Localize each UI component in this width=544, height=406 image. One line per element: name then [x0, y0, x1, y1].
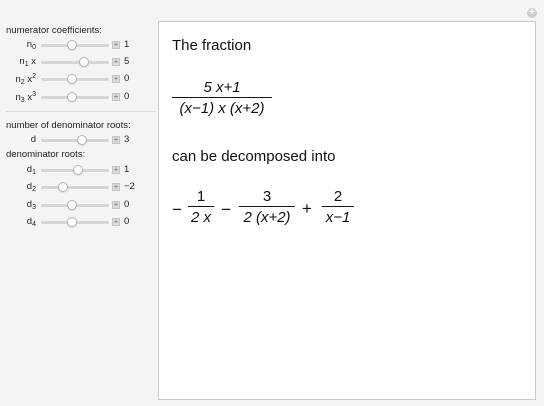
expand-plus-icon[interactable]: +	[112, 93, 120, 101]
slider-row-d2: d2 + −2	[4, 180, 154, 194]
input-fraction: 5 x+1 (x−1) x (x+2)	[172, 79, 272, 117]
slider-thumb-n3[interactable]	[67, 92, 78, 102]
slider-value-n1: 5	[124, 56, 130, 67]
slider-row-d1: d1 + 1	[4, 163, 154, 177]
term3-denominator: x−1	[325, 209, 351, 226]
slider-thumb-d4[interactable]	[67, 217, 78, 227]
slider-thumb-d1[interactable]	[72, 165, 83, 175]
slider-track-n1[interactable]	[41, 57, 109, 67]
expand-plus-icon[interactable]: +	[112, 136, 120, 144]
result-sign-2: −	[221, 200, 231, 219]
slider-label-n0: n0	[26, 39, 36, 51]
slider-row-d: d + 3	[4, 133, 154, 147]
slider-track-n0[interactable]	[41, 40, 109, 50]
output-pane: The fraction 5 x+1 (x−1) x (x+2) can be …	[158, 21, 536, 400]
slider-value-d4: 0	[124, 216, 130, 227]
term3-numerator: 2	[333, 188, 343, 205]
slider-thumb-d2[interactable]	[58, 182, 69, 192]
slider-value-d1: 1	[124, 164, 130, 175]
slider-label-d1: d1	[26, 164, 36, 176]
slider-label-d2: d2	[26, 181, 36, 193]
slider-thumb-n0[interactable]	[67, 40, 78, 50]
expand-plus-icon[interactable]: +	[112, 166, 120, 174]
expand-plus-icon[interactable]: +	[112, 75, 120, 83]
numerator-heading: numerator coefficients:	[6, 25, 102, 36]
slider-value-n2: 0	[124, 73, 130, 84]
decomposed-text: can be decomposed into	[172, 148, 336, 165]
expand-plus-icon[interactable]: +	[112, 201, 120, 209]
expand-plus-icon[interactable]: +	[112, 58, 120, 66]
panel-divider	[6, 111, 156, 112]
term2-denominator: 2 (x+2)	[243, 209, 291, 226]
slider-track-d[interactable]	[41, 135, 109, 145]
fraction-numerator: 5 x+1	[203, 79, 241, 96]
slider-value-d3: 0	[124, 199, 130, 210]
slider-thumb-d3[interactable]	[67, 200, 78, 210]
slider-label-n2: n2 x2	[15, 73, 37, 86]
reset-plus-button[interactable]: +	[527, 8, 537, 18]
slider-value-n3: 0	[124, 91, 130, 102]
slider-label-n3: n3 x3	[15, 91, 37, 104]
slider-track-n3[interactable]	[41, 92, 109, 102]
term1-numerator: 1	[196, 188, 206, 205]
slider-thumb-n2[interactable]	[67, 74, 78, 84]
fraction-denominator: (x−1) x (x+2)	[179, 100, 265, 117]
slider-row-n3: n3 x3 + 0	[4, 90, 154, 104]
result-sign-1: −	[172, 200, 182, 219]
result-term-1: 1 2 x	[188, 188, 214, 226]
num-roots-heading: number of denominator roots:	[6, 120, 131, 131]
roots-heading: denominator roots:	[6, 149, 86, 160]
result-term-3: 2 x−1	[322, 188, 354, 226]
slider-track-d3[interactable]	[41, 200, 109, 210]
slider-row-n0: n0 + 1	[4, 38, 154, 52]
slider-track-d4[interactable]	[41, 217, 109, 227]
slider-row-n1: n1 x + 5	[4, 55, 154, 69]
result-sign-3: +	[302, 199, 312, 218]
expand-plus-icon[interactable]: +	[112, 183, 120, 191]
expand-plus-icon[interactable]: +	[112, 218, 120, 226]
slider-thumb-d[interactable]	[76, 135, 87, 145]
slider-row-n2: n2 x2 + 0	[4, 72, 154, 86]
slider-label-d: d	[30, 134, 36, 145]
slider-value-d2: −2	[124, 181, 135, 192]
slider-row-d3: d3 + 0	[4, 198, 154, 212]
slider-track-d1[interactable]	[41, 165, 109, 175]
slider-thumb-n1[interactable]	[78, 57, 89, 67]
result-term-2: 3 2 (x+2)	[239, 188, 295, 226]
slider-track-d2[interactable]	[41, 182, 109, 192]
expand-plus-icon[interactable]: +	[112, 41, 120, 49]
slider-track-n2[interactable]	[41, 74, 109, 84]
intro-text: The fraction	[172, 37, 252, 54]
slider-value-n0: 1	[124, 39, 130, 50]
slider-label-n1: n1 x	[19, 56, 36, 68]
slider-label-d3: d3	[26, 199, 36, 211]
slider-row-d4: d4 + 0	[4, 215, 154, 229]
slider-value-d: 3	[124, 134, 130, 145]
term1-denominator: 2 x	[190, 209, 211, 226]
slider-label-d4: d4	[26, 216, 36, 228]
term2-numerator: 3	[262, 188, 272, 205]
